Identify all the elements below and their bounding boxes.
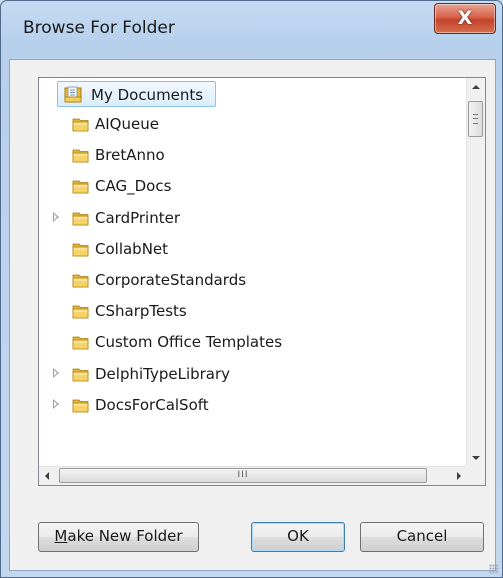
expand-arrow-icon[interactable]	[53, 211, 59, 222]
tree-item[interactable]: CorporateStandards	[39, 265, 467, 295]
tree-item[interactable]: CAG_Docs	[39, 171, 467, 201]
tree-item[interactable]: AIQueue	[39, 109, 467, 139]
resize-grip-icon[interactable]	[489, 564, 499, 574]
window-title: Browse For Folder	[23, 18, 175, 38]
scroll-up-arrow-icon[interactable]	[467, 78, 485, 96]
horizontal-scroll-thumb[interactable]: III	[59, 468, 427, 483]
tree-item-label: BretAnno	[95, 146, 165, 165]
tree-item-label: DocsForCalSoft	[95, 395, 209, 414]
tree-item[interactable]: BretAnno	[39, 140, 467, 170]
documents-folder-icon	[64, 86, 82, 103]
tree-item[interactable]: DelphiTypeLibrary	[39, 359, 467, 389]
scroll-down-arrow-icon[interactable]	[467, 449, 485, 467]
tree-root-label: My Documents	[91, 86, 204, 104]
tree-item[interactable]: Custom Office Templates	[39, 327, 467, 357]
tree-root-my-documents[interactable]: My Documents	[57, 81, 216, 107]
scroll-left-arrow-icon[interactable]	[39, 467, 57, 485]
scroll-right-arrow-icon[interactable]	[449, 467, 467, 485]
expand-arrow-icon[interactable]	[53, 367, 59, 378]
tree-item[interactable]: CollabNet	[39, 234, 467, 264]
close-icon: X	[457, 7, 473, 29]
tree-item-label: CorporateStandards	[95, 271, 247, 289]
expand-arrow-icon[interactable]	[53, 398, 59, 409]
browse-for-folder-dialog: Browse For Folder X My Documents AIQueue…	[0, 0, 503, 578]
folder-icon	[72, 210, 89, 226]
make-new-folder-button[interactable]: Make New Folder	[38, 522, 199, 552]
tree-item-label: CollabNet	[95, 239, 169, 258]
horizontal-scrollbar[interactable]: III	[39, 466, 467, 485]
title-bar[interactable]: Browse For Folder X	[1, 1, 502, 59]
tree-item[interactable]: DocsForCalSoft	[39, 390, 467, 420]
tree-item[interactable]: CSharpTests	[39, 296, 467, 326]
cancel-button[interactable]: Cancel	[360, 522, 484, 552]
folder-icon	[72, 366, 89, 382]
tree-item-label: Custom Office Templates	[95, 333, 283, 352]
tree-item-label: AIQueue	[95, 115, 159, 133]
folder-icon	[72, 147, 89, 163]
folder-icon	[72, 116, 89, 132]
folder-icon	[72, 178, 89, 194]
ok-button[interactable]: OK	[251, 522, 345, 552]
tree-item[interactable]: CardPrinter	[39, 203, 467, 233]
vertical-scroll-thumb[interactable]	[468, 101, 483, 137]
folder-icon	[72, 397, 89, 413]
make-new-folder-mnemonic: M	[54, 527, 68, 545]
tree-item-label: CardPrinter	[95, 208, 180, 227]
folder-tree-rows: My Documents AIQueue BretAnno CAG_Docs Card…	[39, 78, 467, 467]
vertical-scrollbar[interactable]	[466, 78, 485, 467]
folder-icon	[72, 272, 89, 288]
folder-icon	[72, 303, 89, 319]
folder-icon	[72, 241, 89, 257]
scrollbar-corner	[466, 466, 485, 485]
tree-item-label: CSharpTests	[95, 302, 187, 321]
tree-item-label: DelphiTypeLibrary	[95, 364, 231, 383]
tree-item-label: CAG_Docs	[95, 177, 172, 196]
folder-icon	[72, 334, 89, 350]
make-new-folder-label: ake New Folder	[67, 527, 183, 545]
folder-tree[interactable]: My Documents AIQueue BretAnno CAG_Docs Card…	[38, 77, 486, 486]
close-button[interactable]: X	[434, 3, 496, 34]
